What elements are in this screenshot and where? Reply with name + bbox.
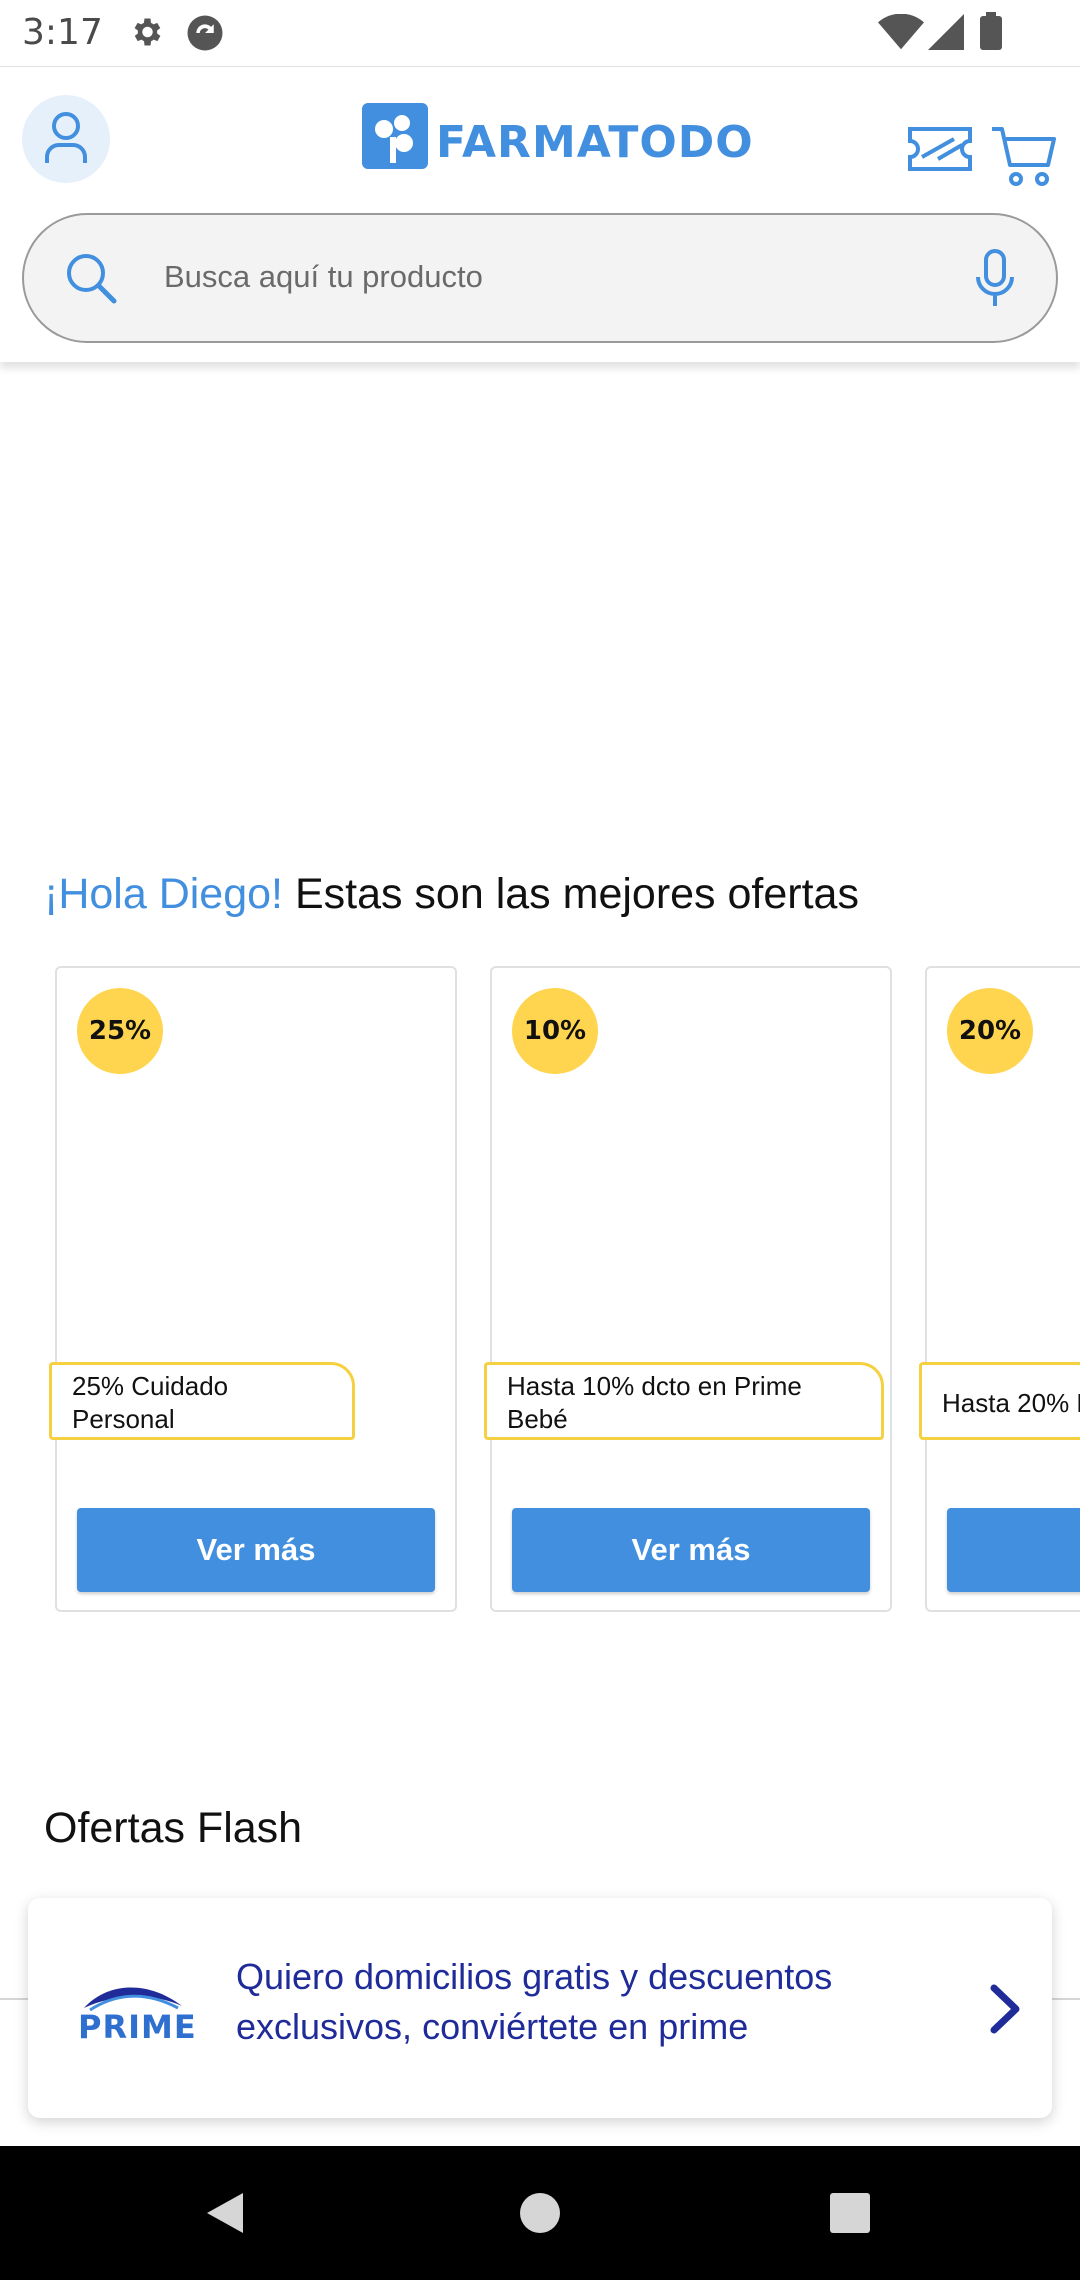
prime-banner[interactable]: PRIME Quiero domicilios gratis y descuen… — [28, 1898, 1052, 2118]
recents-icon — [830, 2193, 870, 2233]
account-button[interactable] — [22, 95, 110, 183]
greeting-heading: ¡Hola Diego! Estas son las mejores ofert… — [44, 870, 859, 919]
ticket-icon[interactable] — [908, 127, 972, 176]
app-header: FARMATODO — [0, 66, 1080, 362]
offers-carousel[interactable]: 25% 25% Cuidado Personal Ver más 10% Has… — [0, 966, 1080, 1616]
offer-tag: Hasta 10% dcto en Prime Bebé — [484, 1362, 884, 1440]
discount-badge: 10% — [512, 988, 598, 1074]
sync-icon — [184, 12, 226, 59]
see-more-button[interactable]: Ver más — [77, 1508, 435, 1592]
cart-icon[interactable] — [990, 123, 1058, 194]
user-icon — [45, 112, 87, 163]
settings-icon — [128, 12, 164, 57]
see-more-button[interactable]: Ver más — [512, 1508, 870, 1592]
greeting-hello: ¡Hola Diego! — [44, 870, 283, 918]
back-button[interactable] — [145, 2146, 305, 2280]
logo-mark-icon — [362, 103, 428, 169]
status-time: 3:17 — [22, 12, 103, 53]
offer-card[interactable]: 10% Hasta 10% dcto en Prime Bebé Ver más — [484, 966, 892, 1612]
offer-card[interactable]: 20% Hasta 20% M V — [919, 966, 1080, 1612]
farmatodo-logo[interactable]: FARMATODO — [362, 103, 753, 177]
back-icon — [207, 2193, 243, 2233]
search-input[interactable] — [164, 245, 944, 309]
see-more-button[interactable]: V — [947, 1508, 1080, 1592]
offer-card[interactable]: 25% 25% Cuidado Personal Ver más — [49, 966, 457, 1612]
greeting-rest: Estas son las mejores ofertas — [283, 870, 859, 918]
offer-tag: Hasta 20% M — [919, 1362, 1080, 1440]
battery-icon — [980, 12, 1002, 55]
prime-wave-icon — [84, 1987, 182, 2012]
flash-offers-title: Ofertas Flash — [44, 1804, 303, 1852]
search-bar[interactable] — [22, 213, 1058, 343]
home-icon — [520, 2193, 560, 2233]
logo-text: FARMATODO — [436, 117, 754, 168]
chevron-right-icon[interactable] — [986, 1982, 1026, 2041]
prime-banner-text: Quiero domicilios gratis y descuentos ex… — [236, 1956, 833, 2047]
discount-badge: 20% — [947, 988, 1033, 1074]
wifi-icon — [878, 13, 924, 55]
search-icon[interactable] — [64, 251, 118, 310]
offer-tag: 25% Cuidado Personal — [49, 1362, 355, 1440]
status-bar: 3:17 — [0, 0, 1080, 66]
prime-logo: PRIME — [78, 1978, 198, 2046]
signal-icon — [928, 14, 964, 55]
discount-badge: 25% — [77, 988, 163, 1074]
mic-icon[interactable] — [974, 249, 1016, 314]
prime-logo-text: PRIME — [78, 2008, 197, 2046]
recents-button[interactable] — [770, 2146, 930, 2280]
system-nav-bar — [0, 2146, 1080, 2280]
home-button[interactable] — [460, 2146, 620, 2280]
